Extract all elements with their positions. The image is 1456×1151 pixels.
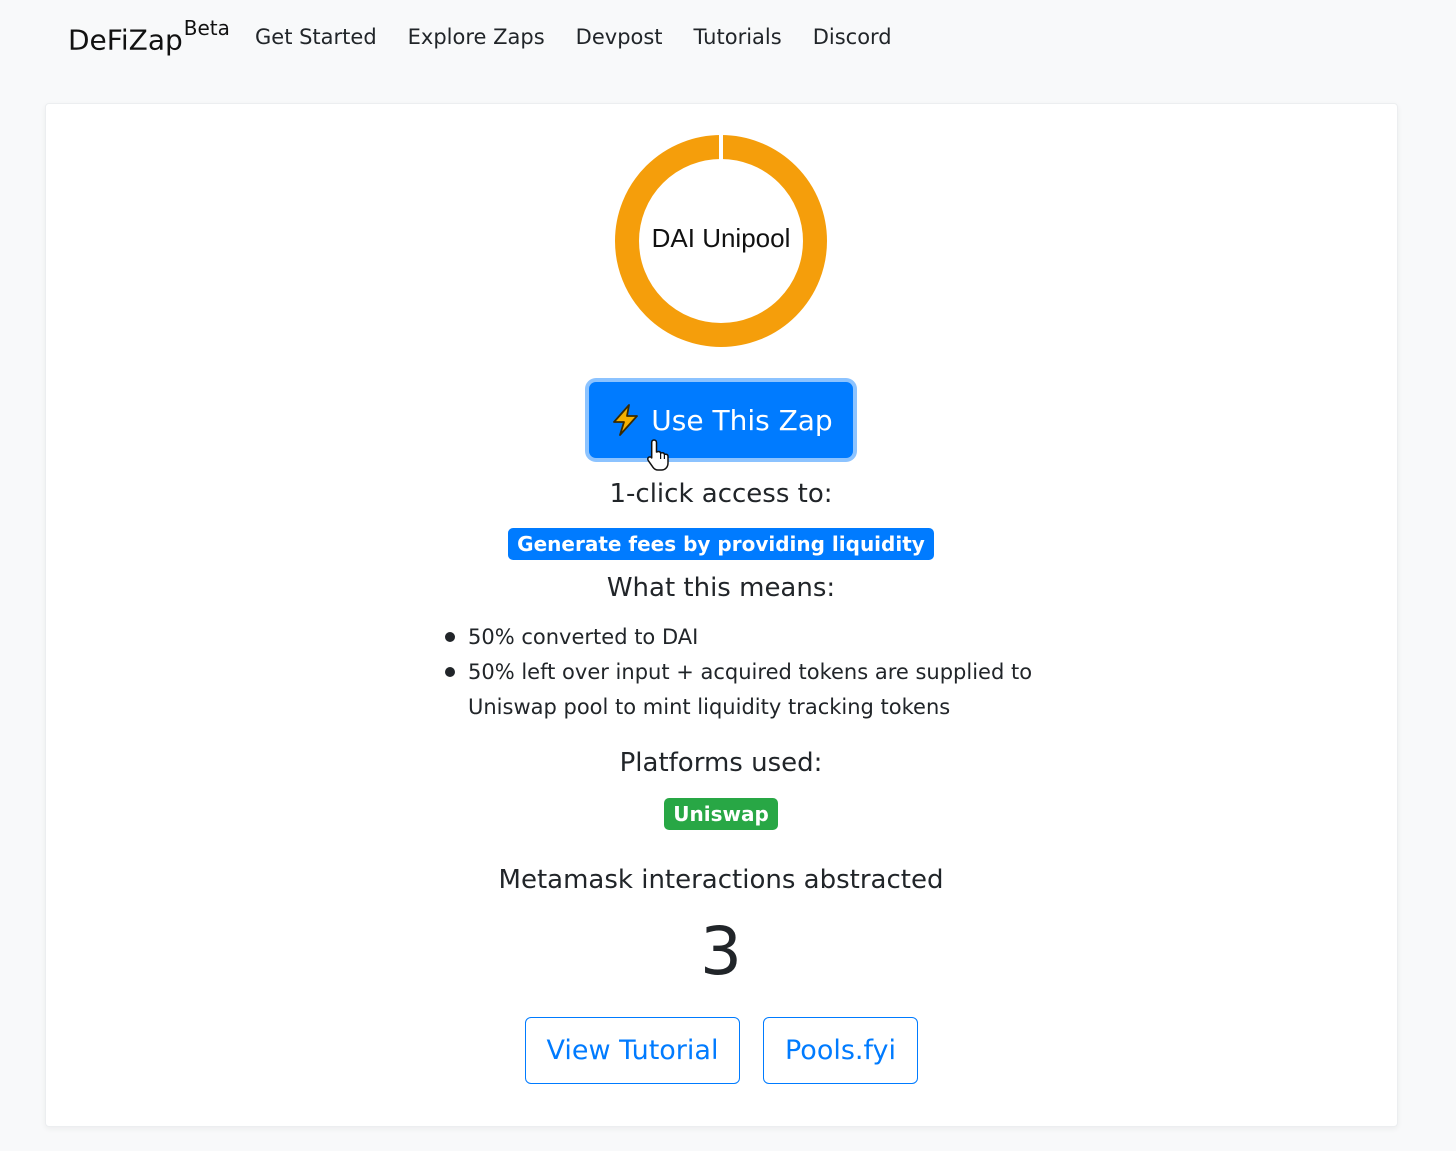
platforms-heading: Platforms used:	[619, 748, 823, 778]
access-badge-row: Generate fees by providing liquidity	[0, 528, 1442, 560]
use-zap-button[interactable]: Use This Zap	[589, 382, 853, 458]
list-item: 50% left over input + acquired tokens ar…	[443, 655, 1033, 725]
view-tutorial-button[interactable]: View Tutorial	[525, 1017, 740, 1084]
use-zap-button-label: Use This Zap	[651, 403, 833, 437]
access-heading: 1-click access to:	[609, 479, 833, 509]
zap-card-content: DAI Unipool Use This Zap 1-click access …	[0, 0, 1456, 1151]
lightning-icon	[613, 404, 639, 436]
platforms-row: Uniswap	[0, 798, 1442, 830]
platform-badge-uniswap: Uniswap	[664, 798, 778, 830]
means-list: 50% converted to DAI 50% left over input…	[443, 620, 1033, 725]
hand-cursor-icon	[647, 439, 669, 471]
access-badge: Generate fees by providing liquidity	[508, 528, 934, 560]
list-item: 50% converted to DAI	[443, 620, 1033, 655]
interactions-heading: Metamask interactions abstracted	[498, 865, 944, 895]
interactions-count: 3	[700, 913, 742, 990]
donut-label: DAI Unipool	[651, 223, 791, 253]
donut-chart: DAI Unipool	[614, 134, 828, 348]
means-heading: What this means:	[606, 573, 836, 603]
pools-fyi-button[interactable]: Pools.fyi	[763, 1017, 918, 1084]
